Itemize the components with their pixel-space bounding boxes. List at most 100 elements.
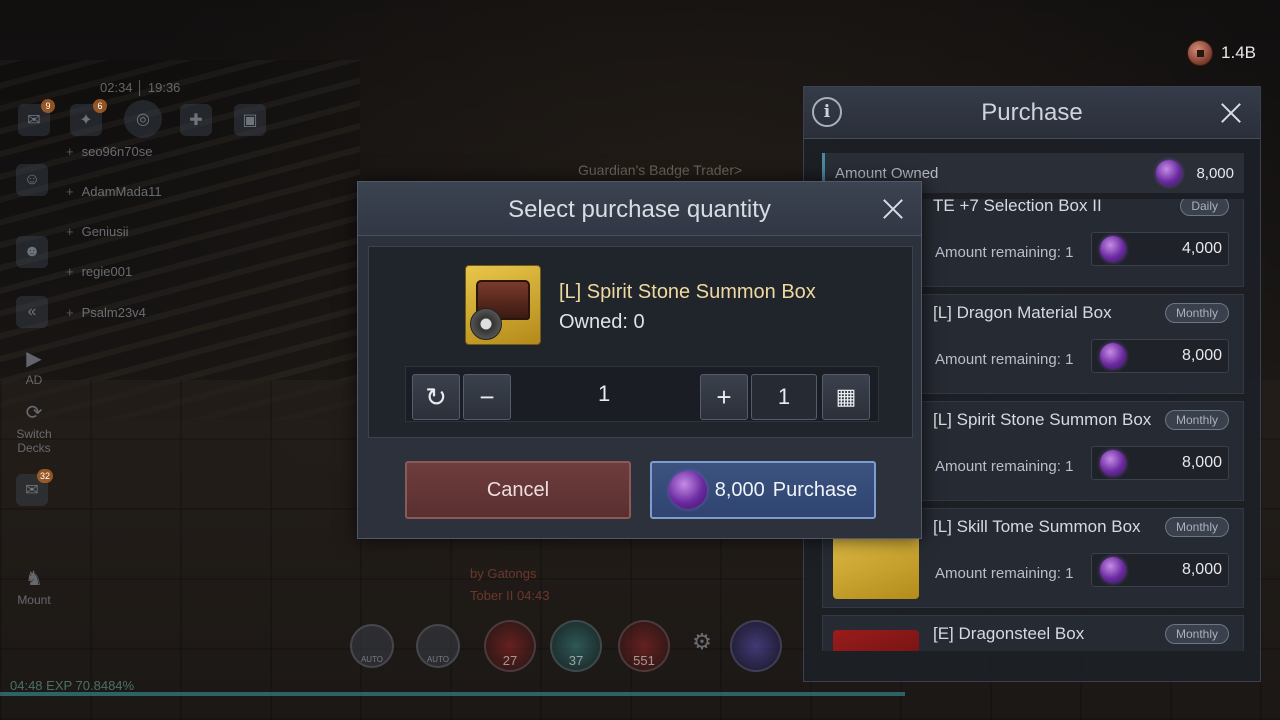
gem-icon — [668, 471, 707, 509]
product-name: [L] Spirit Stone Summon Box — [559, 281, 816, 303]
collapse-icon[interactable]: « — [16, 296, 48, 328]
purchase-price: 8,000 — [714, 478, 765, 501]
price-value: 8,000 — [1181, 454, 1222, 471]
mount-icon: ♞ — [25, 568, 43, 590]
event-icon[interactable]: ✦ 6 — [70, 99, 107, 136]
item-name: [L] Spirit Stone Summon Box — [933, 410, 1152, 429]
chat-badge: 32 — [36, 469, 53, 483]
potion-slot[interactable]: 551 — [618, 620, 670, 672]
increase-quantity-button[interactable]: + — [700, 374, 748, 420]
amount-remaining: Amount remaining: 1 — [935, 458, 1074, 475]
max-quantity-value: 1 — [777, 384, 791, 409]
item-name: [L] Dragon Material Box — [933, 303, 1112, 322]
mount-button[interactable]: ♞ Mount — [12, 566, 56, 607]
product-owned: Owned: 0 — [559, 311, 645, 333]
mail-icon[interactable]: ✉ 9 — [18, 99, 55, 136]
item-name: [L] Skill Tome Summon Box — [933, 517, 1141, 536]
item-name: [E] Dragonsteel Box — [933, 624, 1085, 643]
price-value: 4,000 — [1181, 240, 1222, 257]
limit-tag: Monthly — [1164, 303, 1229, 323]
settings-gear-icon[interactable]: ⚙ — [686, 626, 718, 658]
party-icon[interactable]: ☺ — [16, 164, 48, 196]
item-price: 4,000 — [1091, 232, 1229, 266]
cancel-label: Cancel — [486, 478, 550, 501]
item-name: TE +7 Selection Box II — [933, 199, 1102, 215]
max-quantity-field[interactable]: 1 — [751, 374, 817, 420]
limit-tag: Monthly — [1164, 624, 1229, 644]
ad-label: AD — [25, 373, 43, 387]
item-thumbnail — [833, 630, 919, 651]
panel-title: Purchase — [981, 99, 1083, 126]
quest-icon[interactable]: ▣ — [234, 104, 266, 136]
gem-icon — [1100, 236, 1126, 262]
chat-line: by Gatongs — [470, 566, 537, 581]
product-chest-icon — [465, 265, 541, 345]
exp-icon[interactable]: ◎ — [124, 100, 162, 138]
special-skill-slot[interactable] — [730, 620, 782, 672]
purchase-button[interactable]: 8,000 Purchase — [650, 461, 876, 519]
dialog-close-icon[interactable] — [878, 194, 908, 224]
friend-name[interactable]: seo96n70se — [66, 144, 153, 159]
dialog-header: Select purchase quantity — [358, 182, 921, 236]
hp-potion-slot[interactable]: 27 — [484, 620, 536, 672]
keypad-icon: ▦ — [835, 384, 857, 409]
hud-timer: 02:34 │ 19:36 — [100, 80, 181, 95]
potion-count: 37 — [568, 653, 584, 668]
cancel-button[interactable]: Cancel — [405, 461, 631, 519]
limit-tag: Daily — [1180, 199, 1229, 216]
npc-label[interactable]: Guardian's Badge Trader> — [578, 162, 742, 178]
amount-remaining: Amount remaining: 1 — [935, 565, 1074, 582]
keypad-button[interactable]: ▦ — [822, 374, 870, 420]
mail-badge: 9 — [41, 99, 55, 113]
potion-count: 551 — [633, 653, 655, 668]
auto-attack-button[interactable]: AUTO — [350, 624, 394, 668]
chat-icon[interactable]: ✉ 32 — [16, 469, 53, 506]
amount-remaining: Amount remaining: 1 — [935, 244, 1074, 261]
ad-button[interactable]: ▶ AD — [12, 346, 56, 387]
mp-potion-slot[interactable]: 37 — [550, 620, 602, 672]
shop-item[interactable]: [E] Dragonsteel Box Monthly — [822, 615, 1244, 651]
coin-icon — [1187, 40, 1214, 66]
quantity-stepper: ↻ − 1 + 1 ▦ — [405, 366, 879, 422]
auto-label: AUTO — [360, 655, 384, 664]
friends-icon[interactable]: ☻ — [16, 236, 48, 268]
gem-icon — [1156, 160, 1183, 186]
friend-name[interactable]: AdamMada11 — [66, 184, 162, 199]
price-value: 8,000 — [1181, 347, 1222, 364]
play-icon: ▶ — [26, 348, 42, 370]
exp-progress-bar — [0, 692, 905, 696]
spirit-stone-disc — [470, 308, 502, 340]
item-price: 8,000 — [1091, 553, 1229, 587]
gem-icon — [1100, 343, 1126, 369]
potion-count: 27 — [502, 653, 518, 668]
limit-tag: Monthly — [1164, 410, 1229, 430]
price-value: 8,000 — [1181, 561, 1222, 578]
switch-decks-label: Switch Decks — [16, 427, 52, 455]
gem-icon — [1100, 450, 1126, 476]
item-price: 8,000 — [1091, 446, 1229, 480]
amount-owned-value: 8,000 — [1196, 164, 1234, 182]
friend-name[interactable]: Geniusii — [66, 224, 129, 239]
reset-quantity-button[interactable]: ↻ — [412, 374, 460, 420]
auto-skill-button[interactable]: AUTO — [416, 624, 460, 668]
plus-icon: + — [716, 381, 732, 412]
purchase-label: Purchase — [772, 478, 858, 501]
dialog-body: [L] Spirit Stone Summon Box Owned: 0 ↻ −… — [368, 246, 913, 438]
swap-icon: ⟳ — [25, 402, 43, 424]
mount-label: Mount — [17, 593, 51, 607]
minus-icon: − — [479, 381, 495, 412]
event-badge: 6 — [93, 99, 107, 113]
purchase-quantity-dialog: Select purchase quantity [L] Spirit Ston… — [357, 181, 922, 539]
switch-decks-button[interactable]: ⟳ Switch Decks — [12, 400, 56, 455]
currency-display: 1.4B — [1187, 40, 1256, 66]
guild-icon[interactable]: ✚ — [180, 104, 212, 136]
panel-header: i Purchase — [804, 87, 1260, 139]
decrease-quantity-button[interactable]: − — [463, 374, 511, 420]
amount-owned-label: Amount Owned — [835, 164, 939, 182]
quantity-value: 1 — [598, 381, 611, 406]
chat-line: Tober II 04:43 — [470, 588, 550, 603]
friend-name[interactable]: Psalm23v4 — [66, 305, 146, 320]
reset-icon: ↻ — [425, 381, 447, 412]
friend-name[interactable]: regie001 — [66, 264, 133, 279]
panel-close-icon[interactable] — [1216, 98, 1246, 128]
